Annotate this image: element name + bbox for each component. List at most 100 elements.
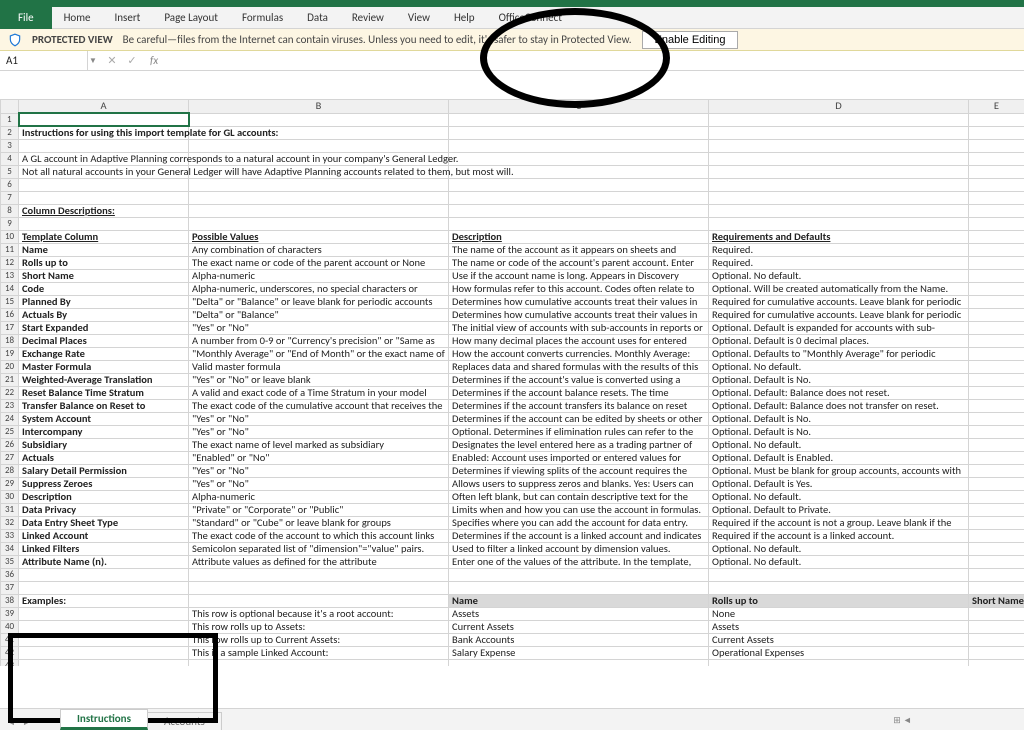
cell[interactable]: Optional. Must be blank for group accoun…	[709, 465, 969, 478]
cell[interactable]: Optional. Default: Balance does not rese…	[709, 387, 969, 400]
row-header[interactable]: 4	[1, 153, 19, 166]
tab-page-layout[interactable]: Page Layout	[152, 7, 230, 29]
cell[interactable]: Used to filter a linked account by dimen…	[449, 543, 709, 556]
cell[interactable]: Code	[19, 283, 189, 296]
cell[interactable]: Optional. No default.	[709, 270, 969, 283]
cell[interactable]	[969, 218, 1024, 231]
cell[interactable]: Required for cumulative accounts. Leave …	[709, 309, 969, 322]
cell[interactable]: Optional. Will be created automatically …	[709, 283, 969, 296]
cell[interactable]: Optional. Defaults to "Monthly Average" …	[709, 348, 969, 361]
cell[interactable]: Template Column	[19, 231, 189, 244]
cell[interactable]: Description	[449, 231, 709, 244]
cell[interactable]	[19, 179, 189, 192]
tab-view[interactable]: View	[396, 7, 442, 29]
cell[interactable]: Required if the account is not a group. …	[709, 517, 969, 530]
cell[interactable]: Optional. Default is No.	[709, 426, 969, 439]
cell[interactable]: System Account	[19, 413, 189, 426]
tab-help[interactable]: Help	[442, 7, 487, 29]
cell[interactable]: This row is optional because it's a root…	[189, 608, 449, 621]
cell[interactable]: This row rolls up to Assets:	[189, 621, 449, 634]
cell[interactable]: Optional. Default is No.	[709, 374, 969, 387]
cell[interactable]: Optional. No default.	[709, 439, 969, 452]
cell[interactable]: Optional. Default: Balance does not tran…	[709, 400, 969, 413]
cell[interactable]	[449, 192, 709, 205]
row-header[interactable]: 24	[1, 413, 19, 426]
cell[interactable]	[709, 205, 969, 218]
cell[interactable]: Attribute Name (n).	[19, 556, 189, 569]
cell[interactable]	[969, 517, 1024, 530]
cell[interactable]	[969, 608, 1024, 621]
cell[interactable]: Column Descriptions:	[19, 205, 189, 218]
cell[interactable]: Determines how cumulative accounts treat…	[449, 309, 709, 322]
cell[interactable]	[709, 179, 969, 192]
cell[interactable]	[19, 660, 189, 667]
row-header[interactable]: 21	[1, 374, 19, 387]
cell[interactable]: Specifies where you can add the account …	[449, 517, 709, 530]
cell[interactable]	[709, 113, 969, 126]
row-header[interactable]: 35	[1, 556, 19, 569]
tab-formulas[interactable]: Formulas	[230, 7, 295, 29]
cell[interactable]: Determines if the account is a linked ac…	[449, 530, 709, 543]
cell[interactable]	[969, 556, 1024, 569]
cell[interactable]: Required.	[709, 244, 969, 257]
worksheet-grid[interactable]: A B C D E 12Instructions for using this …	[0, 99, 1024, 666]
cell[interactable]: Optional. No default.	[709, 361, 969, 374]
cell[interactable]	[449, 205, 709, 218]
cell[interactable]	[189, 113, 449, 126]
cell[interactable]: "Yes" or "No"	[189, 413, 449, 426]
cell[interactable]	[969, 491, 1024, 504]
cell[interactable]: Assets	[449, 608, 709, 621]
cell[interactable]	[969, 361, 1024, 374]
cell[interactable]	[19, 113, 189, 126]
row-header[interactable]: 17	[1, 322, 19, 335]
cell[interactable]: A GL account in Adaptive Planning corres…	[19, 153, 189, 166]
row-header[interactable]: 27	[1, 452, 19, 465]
cell[interactable]: Linked Filters	[19, 543, 189, 556]
cell[interactable]: Optional. No default.	[709, 491, 969, 504]
row-header[interactable]: 32	[1, 517, 19, 530]
cell[interactable]	[449, 179, 709, 192]
cell[interactable]: The exact code of the cumulative account…	[189, 400, 449, 413]
cell[interactable]: Required for cumulative accounts. Leave …	[709, 296, 969, 309]
cell[interactable]: Instructions for using this import templ…	[19, 126, 189, 140]
cell[interactable]	[709, 218, 969, 231]
cell[interactable]: Reset Balance Time Stratum	[19, 387, 189, 400]
row-header[interactable]: 38	[1, 595, 19, 608]
cell[interactable]: A valid and exact code of a Time Stratum…	[189, 387, 449, 400]
cell[interactable]: This is a sample Linked Account:	[189, 647, 449, 660]
cell[interactable]: Enter one of the values of the attribute…	[449, 556, 709, 569]
cell[interactable]: Enabled: Account uses imported or entere…	[449, 452, 709, 465]
row-header[interactable]: 30	[1, 491, 19, 504]
cell[interactable]: Alpha-numeric	[189, 491, 449, 504]
row-header[interactable]: 12	[1, 257, 19, 270]
cell[interactable]: The exact name of level marked as subsid…	[189, 439, 449, 452]
cell[interactable]: The exact name or code of the parent acc…	[189, 257, 449, 270]
cell[interactable]: Optional. No default.	[709, 556, 969, 569]
cell[interactable]: Often left blank, but can contain descri…	[449, 491, 709, 504]
cell[interactable]: Determines if the account's value is con…	[449, 374, 709, 387]
cell[interactable]: The name or code of the account's parent…	[449, 257, 709, 270]
cell[interactable]: Actuals By	[19, 309, 189, 322]
cell[interactable]	[969, 257, 1024, 270]
cell[interactable]	[969, 348, 1024, 361]
row-header[interactable]: 20	[1, 361, 19, 374]
cell[interactable]: Alpha-numeric	[189, 270, 449, 283]
select-all-corner[interactable]	[1, 100, 19, 114]
sheet-tab-accounts[interactable]: Accounts	[147, 712, 222, 730]
cell[interactable]: "Delta" or "Balance"	[189, 309, 449, 322]
horizontal-scroll-indicator[interactable]: ⊞ ◄	[893, 715, 924, 726]
cell[interactable]: Possible Values	[189, 231, 449, 244]
row-header[interactable]: 43	[1, 660, 19, 667]
cell[interactable]	[969, 113, 1024, 126]
cell[interactable]	[969, 530, 1024, 543]
cell[interactable]: Current Assets	[709, 634, 969, 647]
cell[interactable]: Optional. Default is Enabled.	[709, 452, 969, 465]
row-header[interactable]: 31	[1, 504, 19, 517]
cell[interactable]: Requirements and Defaults	[709, 231, 969, 244]
cell[interactable]: Any combination of characters	[189, 244, 449, 257]
row-header[interactable]: 34	[1, 543, 19, 556]
cell[interactable]	[189, 140, 449, 153]
row-header[interactable]: 41	[1, 634, 19, 647]
cell[interactable]: How many decimal places the account uses…	[449, 335, 709, 348]
row-header[interactable]: 22	[1, 387, 19, 400]
